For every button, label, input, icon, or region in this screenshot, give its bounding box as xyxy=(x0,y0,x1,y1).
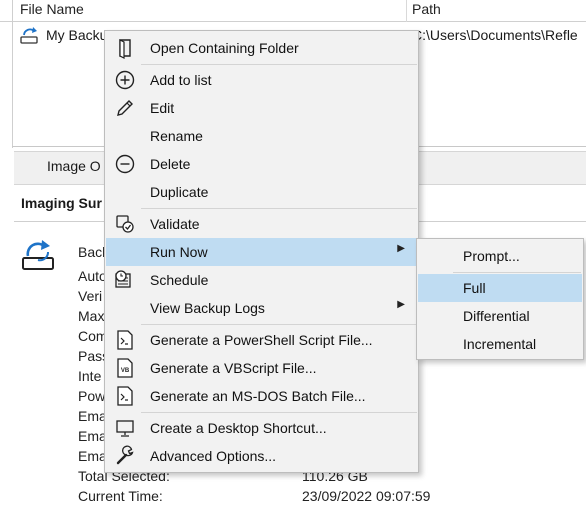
drive-backup-icon xyxy=(22,240,54,270)
menu-separator xyxy=(141,412,417,413)
menu-separator xyxy=(141,324,417,325)
column-header-path[interactable]: Path xyxy=(412,1,441,17)
vbscript-file-icon: VB xyxy=(117,358,133,378)
menu-item-label: Generate a PowerShell Script File... xyxy=(150,332,373,348)
menu-item-generate-powershell[interactable]: Generate a PowerShell Script File... xyxy=(106,326,417,354)
menu-item-rename[interactable]: Rename xyxy=(106,122,417,150)
monitor-icon xyxy=(116,420,134,437)
menu-separator xyxy=(141,64,417,65)
menu-item-create-desktop-shortcut[interactable]: Create a Desktop Shortcut... xyxy=(106,414,417,442)
summary-label: Inte xyxy=(78,368,102,384)
menu-item-label: Advanced Options... xyxy=(150,448,277,464)
menu-item-generate-batch[interactable]: Generate an MS-DOS Batch File... xyxy=(106,382,417,410)
menu-item-run-now[interactable]: Run Now ▶ xyxy=(106,238,417,266)
list-border xyxy=(12,0,13,148)
column-header-file-name[interactable]: File Name xyxy=(20,1,84,17)
powershell-file-icon xyxy=(117,330,133,350)
menu-item-label: Delete xyxy=(150,156,191,172)
submenu-item-prompt[interactable]: Prompt... xyxy=(418,242,582,270)
submenu-item-label: Incremental xyxy=(463,336,537,352)
pencil-icon xyxy=(117,100,133,116)
validate-icon xyxy=(116,215,134,233)
schedule-icon xyxy=(115,270,131,288)
submenu-item-label: Full xyxy=(463,280,486,296)
menu-item-label: View Backup Logs xyxy=(150,300,265,316)
menu-item-label: Generate an MS-DOS Batch File... xyxy=(150,388,366,404)
menu-item-label: Rename xyxy=(150,128,203,144)
submenu-arrow-icon: ▶ xyxy=(397,299,405,310)
menu-item-label: Duplicate xyxy=(150,184,209,200)
minus-circle-icon xyxy=(115,154,135,174)
menu-separator xyxy=(141,208,417,209)
menu-item-advanced-options[interactable]: Advanced Options... xyxy=(106,442,417,470)
menu-item-label: Generate a VBScript File... xyxy=(150,360,317,376)
menu-item-generate-vbscript[interactable]: VB Generate a VBScript File... xyxy=(106,354,417,382)
submenu-item-incremental[interactable]: Incremental xyxy=(418,330,582,358)
menu-item-label: Open Containing Folder xyxy=(150,40,299,56)
summary-label: Auto xyxy=(78,268,107,284)
summary-label: Ema xyxy=(78,448,107,464)
file-list-header xyxy=(0,0,586,22)
menu-item-view-backup-logs[interactable]: View Backup Logs ▶ xyxy=(106,294,417,322)
folder-icon xyxy=(119,39,131,59)
menu-item-duplicate[interactable]: Duplicate xyxy=(106,178,417,206)
menu-item-label: Edit xyxy=(150,100,175,116)
imaging-summary-title: Imaging Sur xyxy=(21,195,102,211)
run-now-submenu: Prompt... Full Differential Incremental xyxy=(416,238,584,360)
menu-item-label: Schedule xyxy=(150,272,209,288)
backup-file-name[interactable]: My Backu xyxy=(46,27,107,43)
menu-item-label: Add to list xyxy=(150,72,212,88)
menu-item-edit[interactable]: Edit xyxy=(106,94,417,122)
summary-label: Veri xyxy=(78,288,103,304)
submenu-arrow-icon: ▶ xyxy=(397,243,405,254)
svg-text:VB: VB xyxy=(121,368,130,374)
summary-label: Pow xyxy=(78,388,106,404)
add-circle-icon xyxy=(115,70,135,90)
submenu-separator xyxy=(453,272,581,273)
menu-item-label: Validate xyxy=(150,216,200,232)
backup-file-path[interactable]: C:\Users\Documents\Refle xyxy=(412,27,578,43)
summary-label: Ema xyxy=(78,428,107,444)
summary-label: Max xyxy=(78,308,105,324)
menu-item-schedule[interactable]: Schedule xyxy=(106,266,417,294)
wrench-icon xyxy=(116,445,134,465)
backup-definition-icon xyxy=(20,27,38,44)
context-menu: Open Containing Folder Add to list Edit … xyxy=(104,30,419,473)
menu-item-label: Create a Desktop Shortcut... xyxy=(150,420,327,436)
summary-label: Ema xyxy=(78,408,107,424)
current-time-value: 23/09/2022 09:07:59 xyxy=(302,488,431,504)
menu-item-label: Run Now xyxy=(150,244,208,260)
menu-item-add-to-list[interactable]: Add to list xyxy=(106,66,417,94)
submenu-item-full[interactable]: Full xyxy=(418,274,582,302)
submenu-item-differential[interactable]: Differential xyxy=(418,302,582,330)
submenu-item-label: Prompt... xyxy=(463,248,520,264)
submenu-item-label: Differential xyxy=(463,308,530,324)
menu-item-validate[interactable]: Validate xyxy=(106,210,417,238)
menu-item-open-containing-folder[interactable]: Open Containing Folder xyxy=(106,34,417,62)
tab-image-operations[interactable]: Image O xyxy=(47,158,101,174)
menu-item-delete[interactable]: Delete xyxy=(106,150,417,178)
batch-file-icon xyxy=(117,386,133,406)
column-separator[interactable] xyxy=(406,0,407,22)
current-time-label: Current Time: xyxy=(78,488,163,504)
